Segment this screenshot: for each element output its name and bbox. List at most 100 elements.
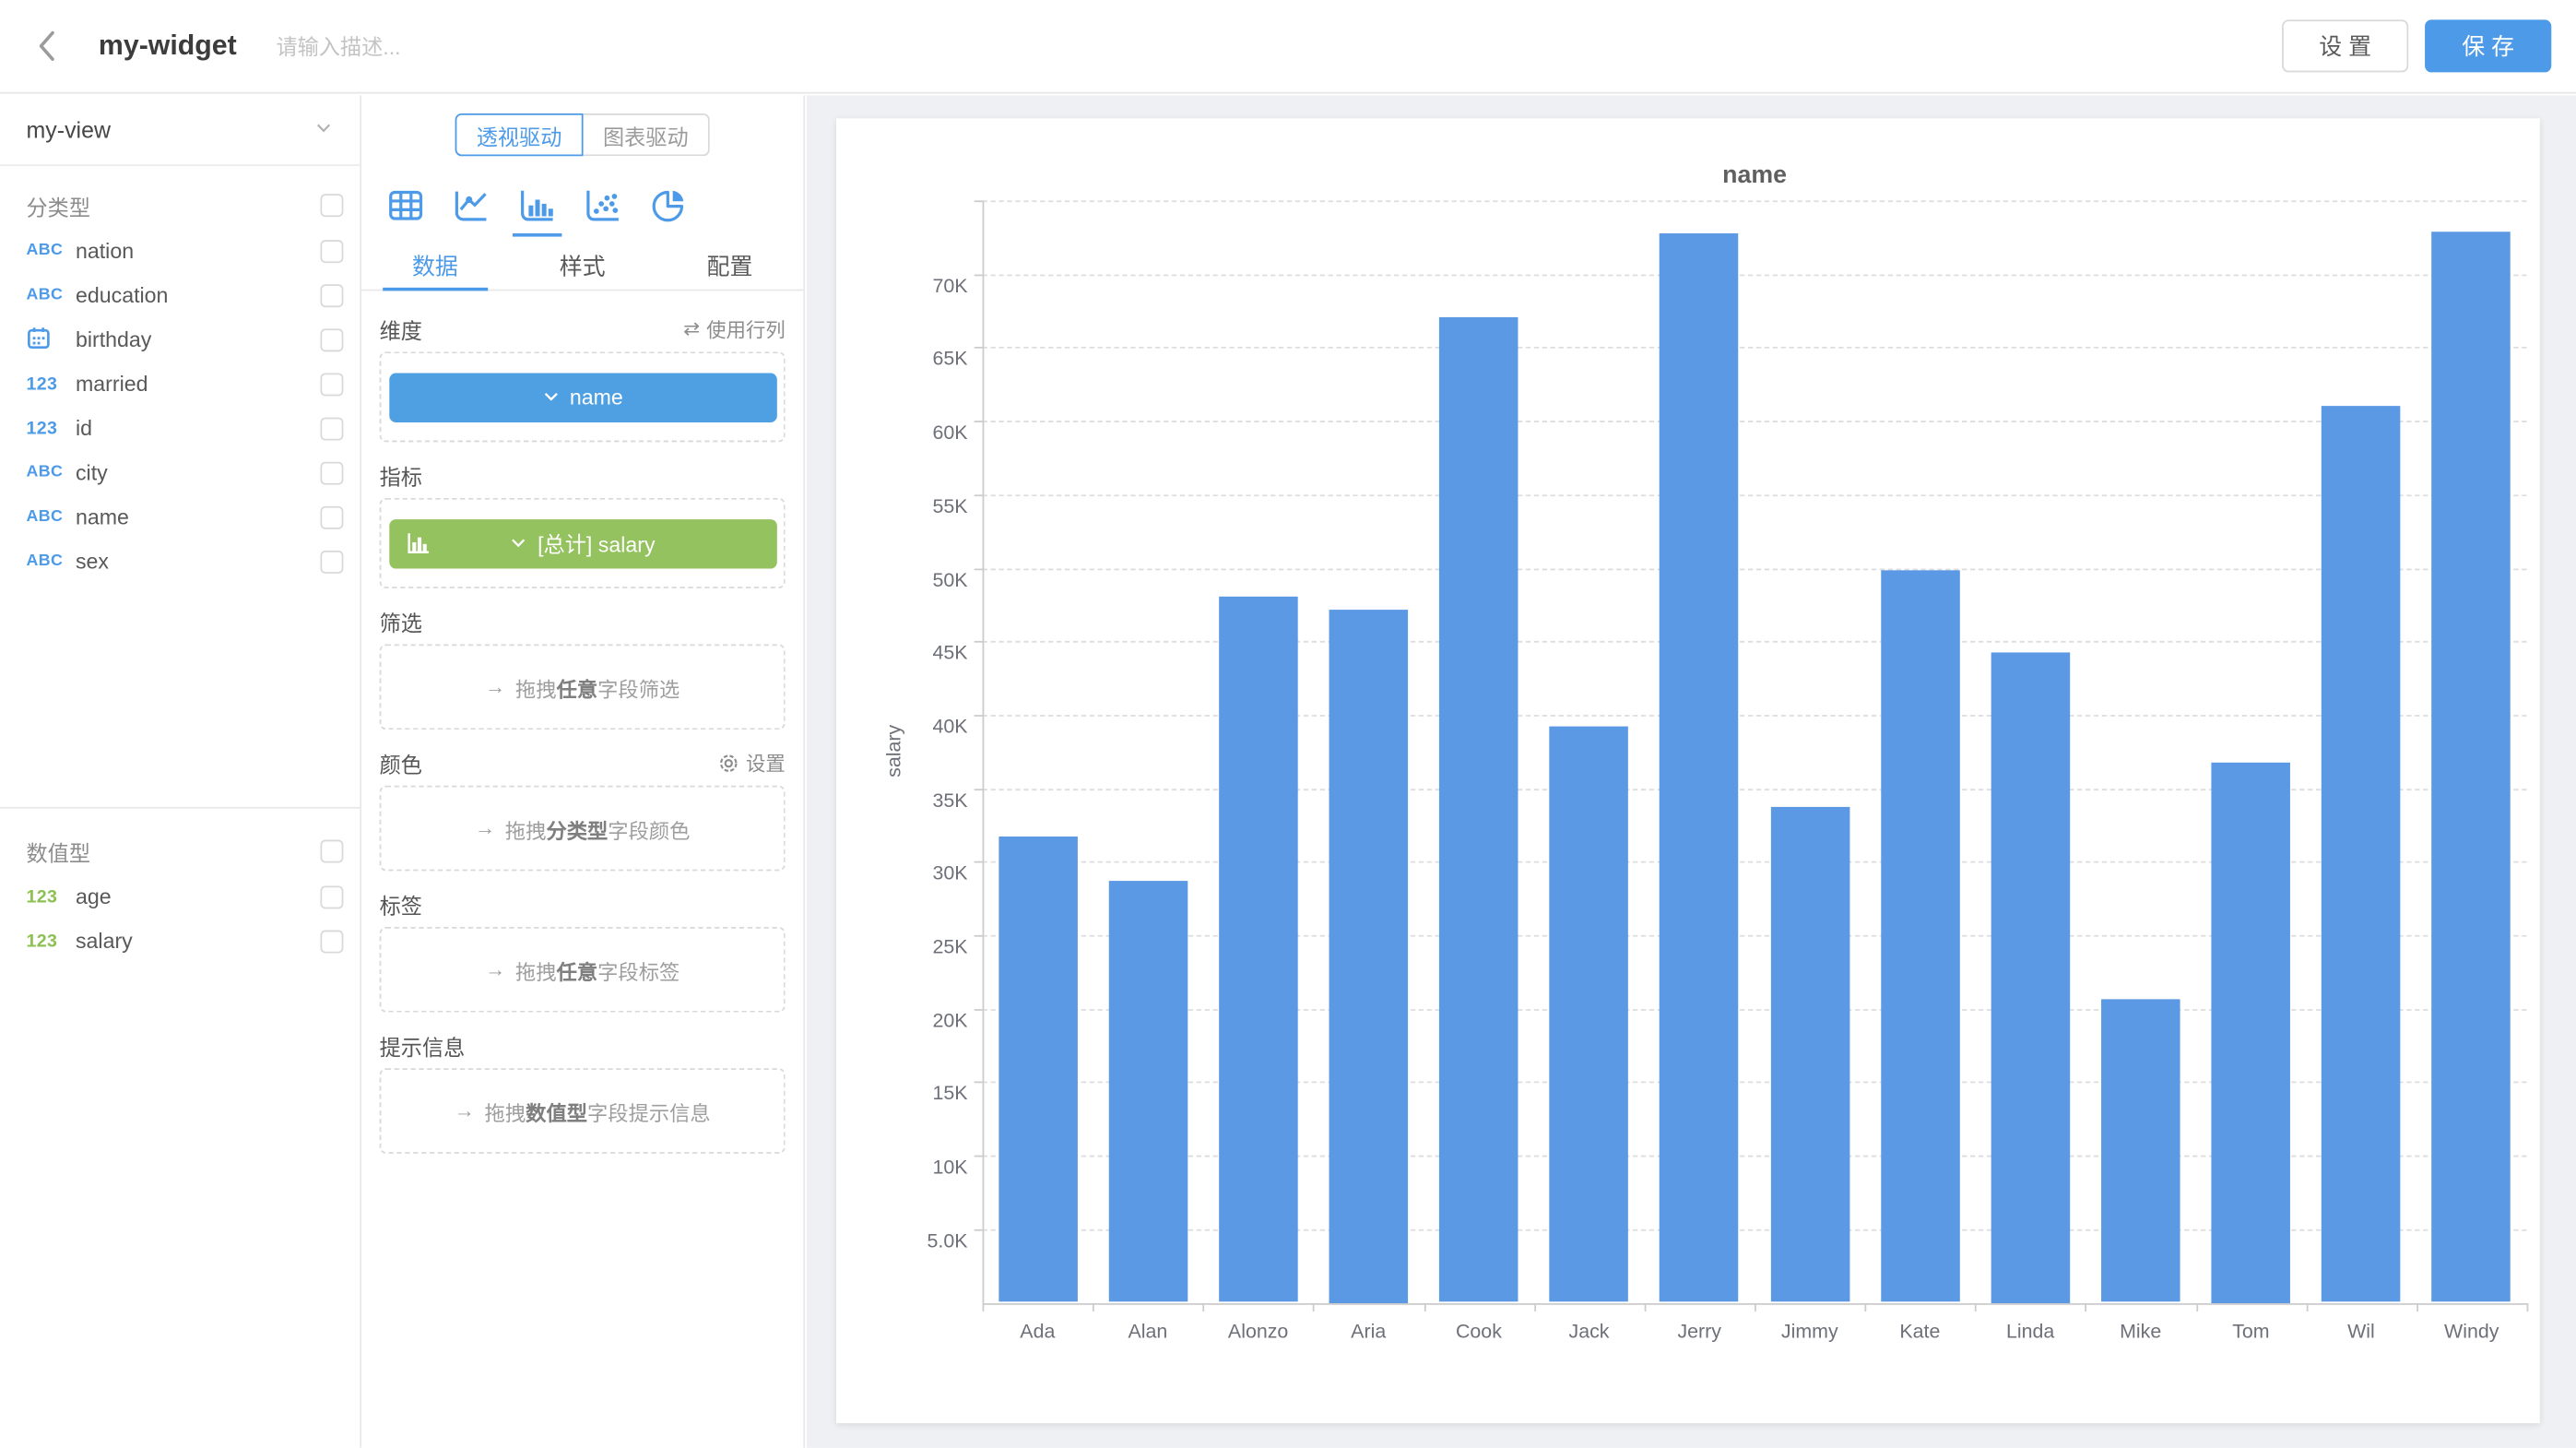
tab-style[interactable]: 样式 [509,242,656,290]
gear-icon [718,752,739,773]
bar-Aria[interactable] [1329,609,1409,1302]
drag-arrow-icon: → [455,1099,475,1122]
field-checkbox-name[interactable] [320,505,343,528]
field-checkbox-education[interactable] [320,283,343,306]
bar-Kate[interactable] [1881,571,1960,1302]
tooltip-dropzone[interactable]: → 拖拽数值型字段提示信息 [380,1068,786,1154]
tab-config[interactable]: 配置 [656,242,804,290]
description-input[interactable] [276,34,703,59]
field-item-birthday[interactable]: birthday [0,317,360,362]
save-button[interactable]: 保 存 [2425,19,2551,72]
swap-icon: ⇄ [683,317,700,340]
color-dropzone[interactable]: → 拖拽分类型字段颜色 [380,786,786,872]
bar-Jerry[interactable] [1660,232,1739,1302]
bar-Jack[interactable] [1550,727,1629,1302]
metric-header: 指标 [380,457,786,493]
settings-button[interactable]: 设 置 [2282,19,2408,72]
field-item-id[interactable]: 123id [0,406,360,450]
y-axis-label: 65K [859,348,968,371]
dimension-dropzone[interactable]: name [380,351,786,442]
chart-type-line[interactable] [450,185,492,225]
chart-type-bar[interactable] [516,185,559,225]
field-checkbox-birthday[interactable] [320,327,343,350]
bar-Cook[interactable] [1439,316,1518,1302]
y-axis-tick [975,200,983,202]
chart-title: name [983,161,2527,189]
y-axis-tick [975,1156,983,1157]
field-checkbox-married[interactable] [320,373,343,396]
y-gridline [983,1156,2527,1157]
y-axis-tick [975,1228,983,1230]
field-item-age[interactable]: 123age [0,874,360,919]
bar-Alonzo[interactable] [1219,598,1298,1303]
field-checkbox-salary[interactable] [320,930,343,953]
dimension-label: 维度 [380,313,422,344]
color-label: 颜色 [380,747,422,778]
metric-pill-salary[interactable]: [总计] salary [388,518,776,567]
x-axis-tick [2086,1302,2087,1311]
text-field-icon: ABC [27,552,76,571]
categorical-header: 分类型 [0,183,360,229]
x-axis-label: Cook [1424,1319,1534,1342]
x-axis-label: Ada [983,1319,1093,1342]
chart-type-table[interactable] [384,185,427,225]
field-item-education[interactable]: ABCeducation [0,273,360,317]
bar-Tom[interactable] [2212,762,2291,1302]
field-checkbox-sex[interactable] [320,550,343,573]
numeric-select-all-checkbox[interactable] [320,840,343,863]
label-header: 标签 [380,885,786,921]
dimension-pill-label: name [570,385,623,409]
categorical-select-all-checkbox[interactable] [320,194,343,217]
x-axis-tick [983,1302,985,1311]
y-gridline [983,935,2527,937]
bar-Wil[interactable] [2322,406,2401,1302]
metric-dropzone[interactable]: [总计] salary [380,498,786,588]
field-checkbox-city[interactable] [320,461,343,484]
bar-Alan[interactable] [1108,881,1188,1302]
view-selector-label: my-view [27,117,111,144]
use-rows-cols-button[interactable]: ⇄ 使用行列 [683,315,786,342]
y-axis-label: 70K [859,274,968,297]
field-item-nation[interactable]: ABCnation [0,229,360,273]
filter-dropzone[interactable]: → 拖拽任意字段筛选 [380,645,786,730]
bar-Ada[interactable] [998,837,1078,1302]
x-axis-label: Mike [2086,1319,2196,1342]
field-item-salary[interactable]: 123salary [0,919,360,963]
x-axis-label: Jimmy [1755,1319,1865,1342]
numeric-header: 数值型 [0,828,360,874]
text-field-icon: ABC [27,463,76,481]
y-axis-label: 55K [859,494,968,517]
y-axis-tick [975,348,983,350]
mode-tab-pivot[interactable]: 透视驱动 [455,113,584,156]
y-axis-label: 35K [859,789,968,812]
field-item-city[interactable]: ABCcity [0,450,360,494]
color-settings-button[interactable]: 设置 [718,749,786,777]
bar-Windy[interactable] [2432,231,2511,1302]
aggregate-bar-icon [403,528,431,562]
bar-Linda[interactable] [1991,652,2070,1303]
mode-tab-chart[interactable]: 图表驱动 [584,113,710,156]
back-button[interactable] [27,27,66,66]
dimension-pill-name[interactable]: name [388,373,776,421]
field-item-sex[interactable]: ABCsex [0,539,360,583]
field-checkbox-id[interactable] [320,417,343,440]
pie-chart-icon [649,185,689,225]
y-gridline [983,715,2527,717]
field-checkbox-age[interactable] [320,885,343,908]
y-axis-label: 10K [859,1156,968,1179]
filter-header: 筛选 [380,603,786,639]
y-axis-label: 5.0K [859,1228,968,1252]
bar-Mike[interactable] [2101,1000,2180,1302]
bar-Jimmy[interactable] [1770,807,1849,1302]
field-checkbox-nation[interactable] [320,239,343,262]
chart-type-pie[interactable] [647,185,690,225]
tab-data[interactable]: 数据 [361,242,509,290]
data-sections: 维度 ⇄ 使用行列 name 指标 [361,291,803,1153]
label-dropzone[interactable]: → 拖拽任意字段标签 [380,927,786,1013]
field-item-married[interactable]: 123married [0,362,360,406]
field-item-name[interactable]: ABCname [0,494,360,539]
view-selector[interactable]: my-view [0,95,360,166]
x-axis-label: Windy [2416,1319,2527,1342]
chart-type-scatter[interactable] [582,185,624,225]
x-axis-tick [1975,1302,1977,1311]
